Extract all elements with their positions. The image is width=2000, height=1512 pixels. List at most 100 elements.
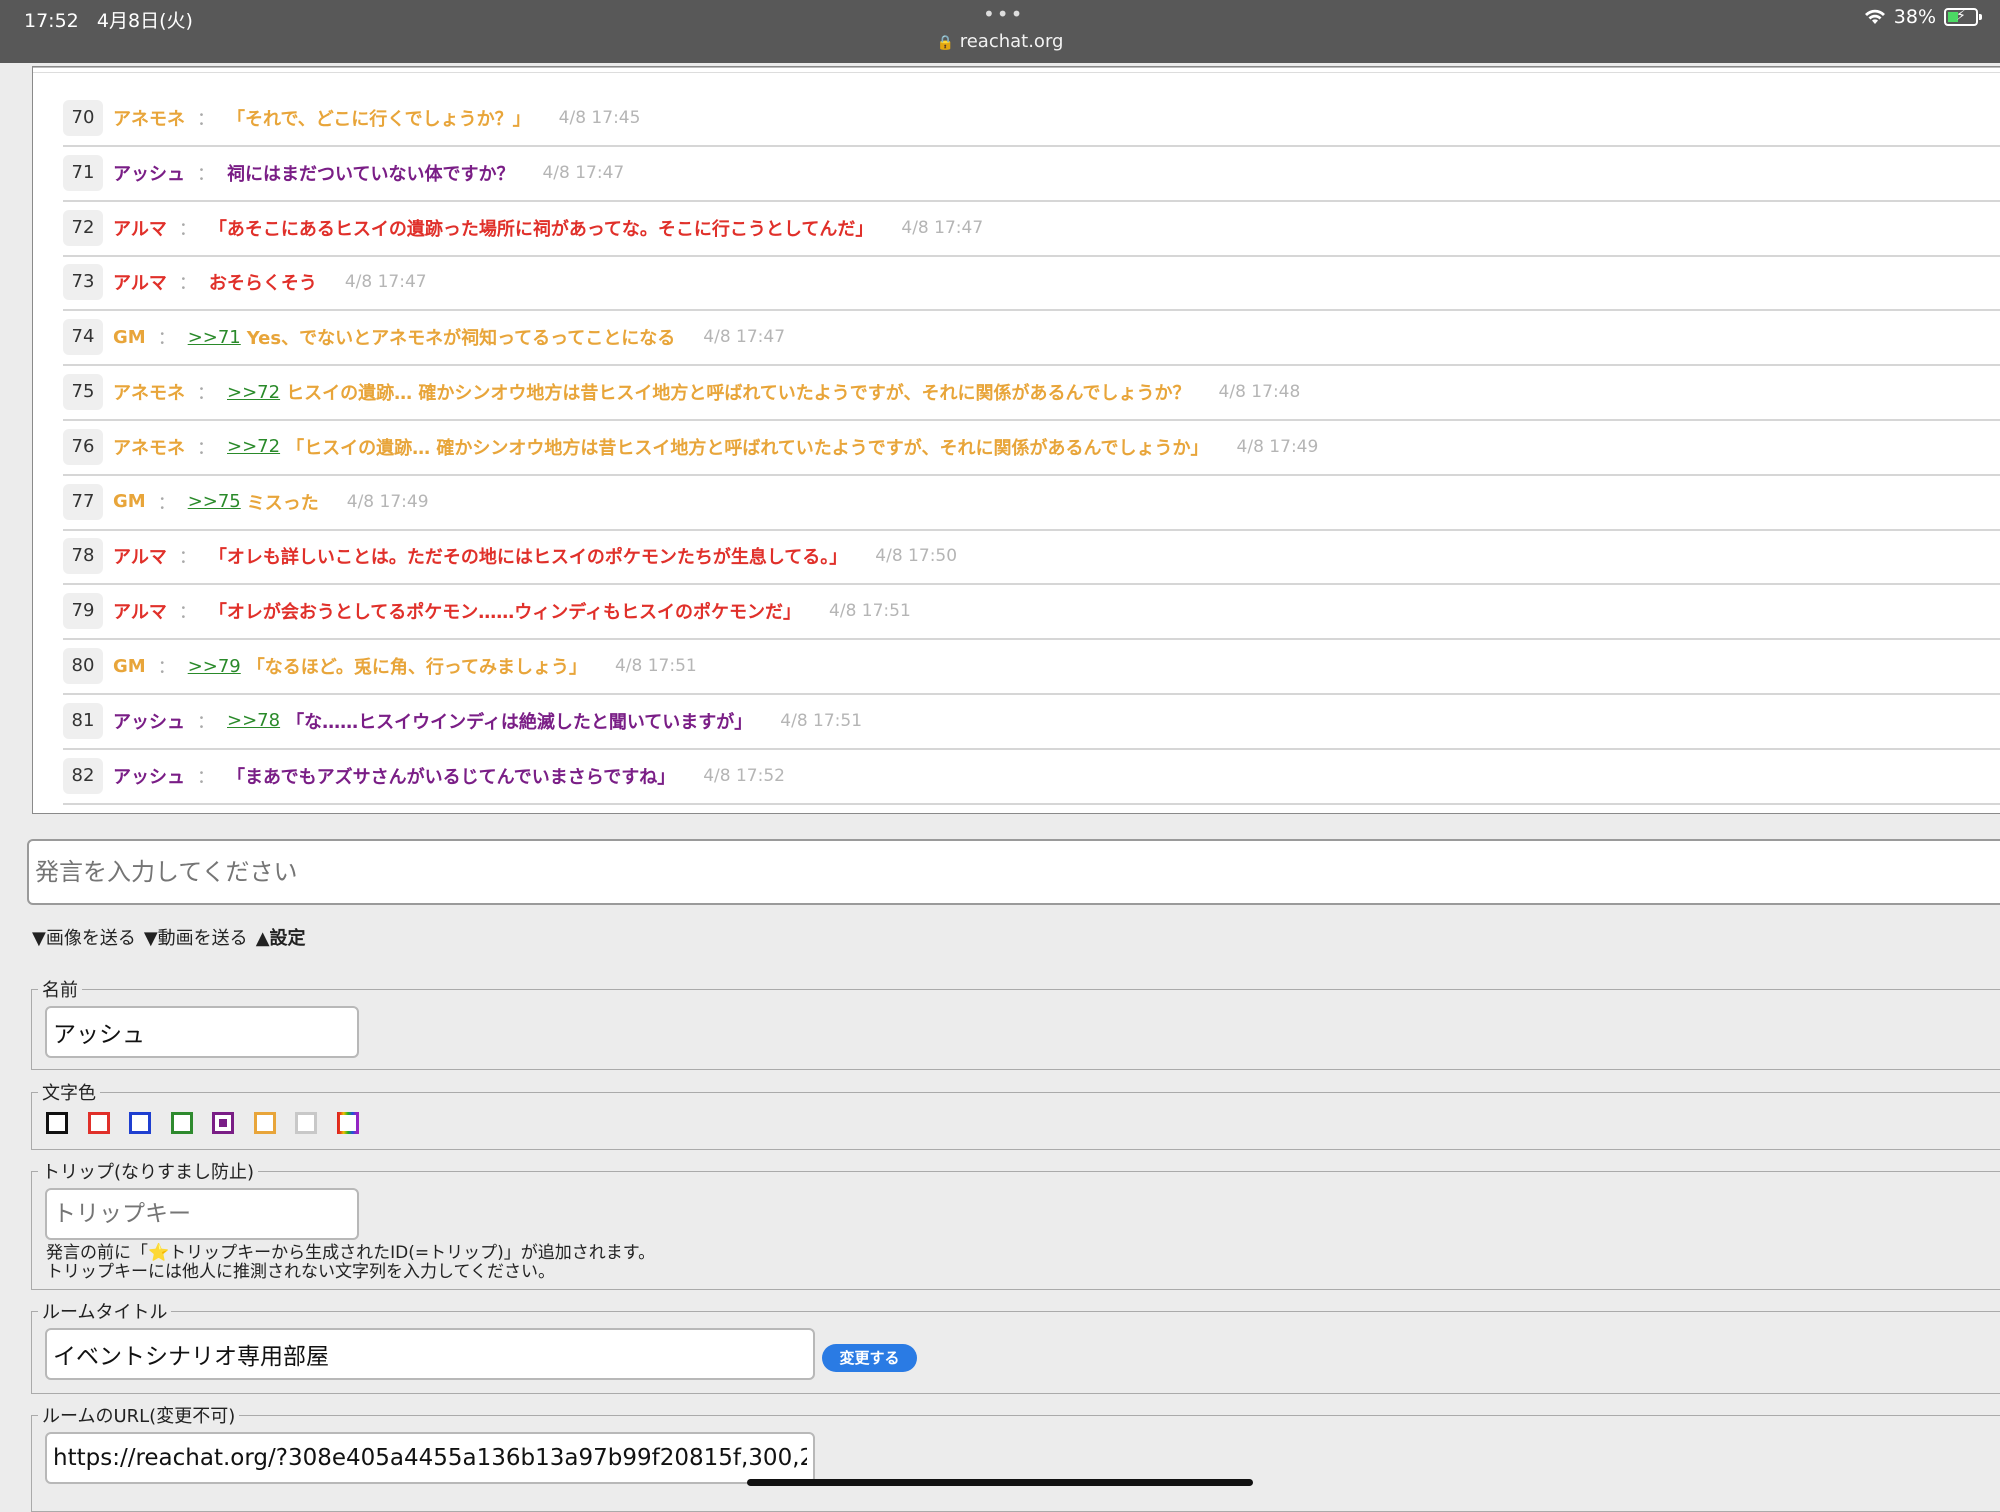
message-time: 4/8 17:51 (614, 656, 697, 676)
send-video-toggle[interactable]: ▼動画を送る (144, 924, 248, 950)
chat-message: 72 アルマ ： 「あそこにあるヒスイの遺跡った場所に祠があってな。そこに行こうとして… (63, 201, 2000, 257)
color-swatch[interactable] (129, 1112, 151, 1134)
message-author: アッシュ (113, 711, 185, 733)
battery-percent: 38% (1893, 6, 1936, 28)
battery-icon: ⚡ (1944, 8, 1982, 26)
message-separator: ： (157, 492, 176, 514)
message-author: アネモネ (113, 383, 185, 404)
trip-note-2: トリップキーには他人に推測されない文字列を入力してください。 (46, 1262, 555, 1282)
message-text: 「なるほど。兎に角、行ってみましょう」 (246, 657, 587, 678)
message-number[interactable]: 77 (63, 483, 103, 520)
color-swatch[interactable] (46, 1112, 68, 1134)
message-number[interactable]: 73 (63, 264, 103, 301)
message-text: ヒスイの遺跡… 確かシンオウ地方は昔ヒスイ地方と呼ばれていたようですが、それに関… (286, 383, 1191, 404)
message-number[interactable]: 78 (63, 538, 103, 575)
message-input[interactable] (27, 839, 2000, 905)
message-number[interactable]: 79 (63, 593, 103, 630)
message-separator: ： (197, 766, 215, 788)
message-author: GM (113, 655, 146, 677)
chat-message: 76 アネモネ ： >>72 「ヒスイの遺跡… 確かシンオウ地方は昔ヒスイ地方と呼ばれて… (63, 420, 2000, 476)
message-author: GM (113, 491, 146, 513)
chat-message: 78 アルマ ： 「オレも詳しいことは。ただその地にはヒスイのポケモンたちが生息してる… (63, 529, 2000, 586)
chat-message: 81 アッシュ ： >>78 「な……ヒスイウインディは絶滅したと聞いていますが」 4/8… (63, 694, 2000, 750)
message-time: 4/8 17:52 (703, 765, 785, 786)
chat-message: 73 アルマ ： おそらくそう 4/8 17:47 (63, 255, 2000, 312)
message-text: 「まあでもアズサさんがいるじてんでいまさらですね」 (227, 766, 676, 788)
color-swatch[interactable] (170, 1112, 193, 1134)
change-title-button[interactable]: 変更する (822, 1344, 917, 1372)
message-number[interactable]: 74 (63, 319, 103, 356)
message-separator: ： (197, 109, 215, 130)
chat-message: 75 アネモネ ： >>72 ヒスイの遺跡… 確かシンオウ地方は昔ヒスイ地方と呼ばれてい… (63, 365, 2000, 421)
color-swatch[interactable] (336, 1112, 359, 1134)
home-indicator[interactable] (747, 1479, 1253, 1486)
message-text: 「ヒスイの遺跡… 確かシンオウ地方は昔ヒスイ地方と呼ばれていたようですが、それに… (286, 437, 1209, 459)
message-time: 4/8 17:47 (542, 162, 625, 183)
more-icon[interactable]: ••• (983, 2, 1024, 26)
message-number[interactable]: 81 (63, 702, 103, 739)
color-swatch[interactable] (212, 1112, 234, 1134)
message-author: アルマ (113, 602, 167, 624)
message-separator: ： (157, 328, 176, 350)
color-swatch[interactable] (87, 1112, 110, 1134)
reply-anchor-link[interactable]: >>78 (227, 710, 280, 731)
message-time: 4/8 17:47 (901, 217, 984, 238)
message-author: アネモネ (113, 437, 185, 459)
room-title-legend: ルームタイトル (42, 1302, 168, 1323)
message-number[interactable]: 70 (63, 100, 103, 136)
chat-message: 70 アネモネ ： 「それで、どこに行くでしょうか？」 4/8 17:45 (63, 91, 2000, 147)
reply-anchor-link[interactable]: >>71 (188, 327, 241, 348)
status-date: 4月8日(火) (96, 10, 193, 32)
message-number[interactable]: 82 (63, 757, 103, 794)
message-author: アッシュ (113, 766, 185, 788)
status-right: 38% ⚡ (1864, 6, 1982, 28)
room-title-input[interactable] (45, 1328, 815, 1380)
reply-anchor-link[interactable]: >>72 (227, 436, 280, 457)
reply-anchor-link[interactable]: >>75 (188, 491, 241, 512)
message-author: GM (113, 326, 146, 348)
url-bar[interactable]: 🔒 reachat.org (0, 31, 2000, 52)
message-number[interactable]: 75 (63, 374, 103, 410)
chat-message: 82 アッシュ ： 「まあでもアズサさんがいるじてんでいまさらですね」 4/8 17:5… (63, 749, 2000, 805)
color-swatch[interactable] (253, 1112, 276, 1134)
reply-anchor-link[interactable]: >>72 (227, 382, 280, 403)
message-author: アネモネ (113, 109, 185, 130)
chat-message: 71 アッシュ ： 祠にはまだついていない体ですか？ 4/8 17:47 (63, 146, 2000, 202)
chat-log[interactable]: 70 アネモネ ： 「それで、どこに行くでしょうか？」 4/8 17:45 71 アッシュ ：… (32, 66, 2000, 814)
message-separator: ： (197, 711, 215, 733)
send-image-toggle[interactable]: ▼画像を送る (32, 924, 136, 950)
settings-toggle[interactable]: ▲設定 (256, 924, 306, 950)
message-number[interactable]: 76 (63, 428, 103, 465)
color-swatch[interactable] (295, 1112, 317, 1134)
message-text: 「それで、どこに行くでしょうか？」 (227, 109, 531, 130)
message-time: 4/8 17:48 (1218, 382, 1301, 402)
message-time: 4/8 17:49 (1236, 436, 1319, 457)
message-text: 「な……ヒスイウインディは絶滅したと聞いていますが」 (286, 711, 753, 733)
reply-anchor-link[interactable]: >>79 (188, 656, 241, 677)
message-time: 4/8 17:50 (875, 546, 958, 567)
message-separator: ： (197, 437, 215, 459)
message-author: アルマ (113, 547, 167, 569)
message-separator: ： (178, 602, 197, 624)
status-bar: 17:52 4月8日(火) ••• 🔒 reachat.org 38% ⚡ (0, 0, 2000, 63)
message-time: 4/8 17:47 (703, 327, 786, 348)
trip-key-input[interactable] (45, 1188, 359, 1240)
chat-message: 74 GM ： >>71 Yes、でないとアネモネが祠知ってるってことになる 4/8 17… (63, 310, 2000, 367)
name-input[interactable] (45, 1006, 359, 1058)
message-number[interactable]: 71 (63, 154, 103, 191)
message-text: 「オレが会おうとしてるポケモン……ウィンディもヒスイのポケモンだ」 (208, 602, 802, 624)
message-number[interactable]: 72 (63, 209, 103, 246)
message-author: アッシュ (113, 163, 185, 185)
color-section: 文字色 (31, 1079, 2000, 1150)
room-url-input[interactable] (45, 1432, 815, 1484)
message-text: おそらくそう (208, 273, 317, 295)
message-author: アルマ (113, 273, 167, 295)
chat-message: 77 GM ： >>75 ミスった 4/8 17:49 (63, 475, 2000, 531)
message-time: 4/8 17:47 (344, 272, 427, 293)
message-number[interactable]: 80 (63, 648, 103, 684)
status-time: 17:52 4月8日(火) (24, 10, 193, 32)
message-separator: ： (197, 163, 215, 185)
trip-legend: トリップ(なりすまし防止) (42, 1162, 255, 1183)
message-text: 「オレも詳しいことは。ただその地にはヒスイのポケモンたちが生息してる。」 (208, 547, 848, 569)
color-legend: 文字色 (42, 1083, 96, 1104)
